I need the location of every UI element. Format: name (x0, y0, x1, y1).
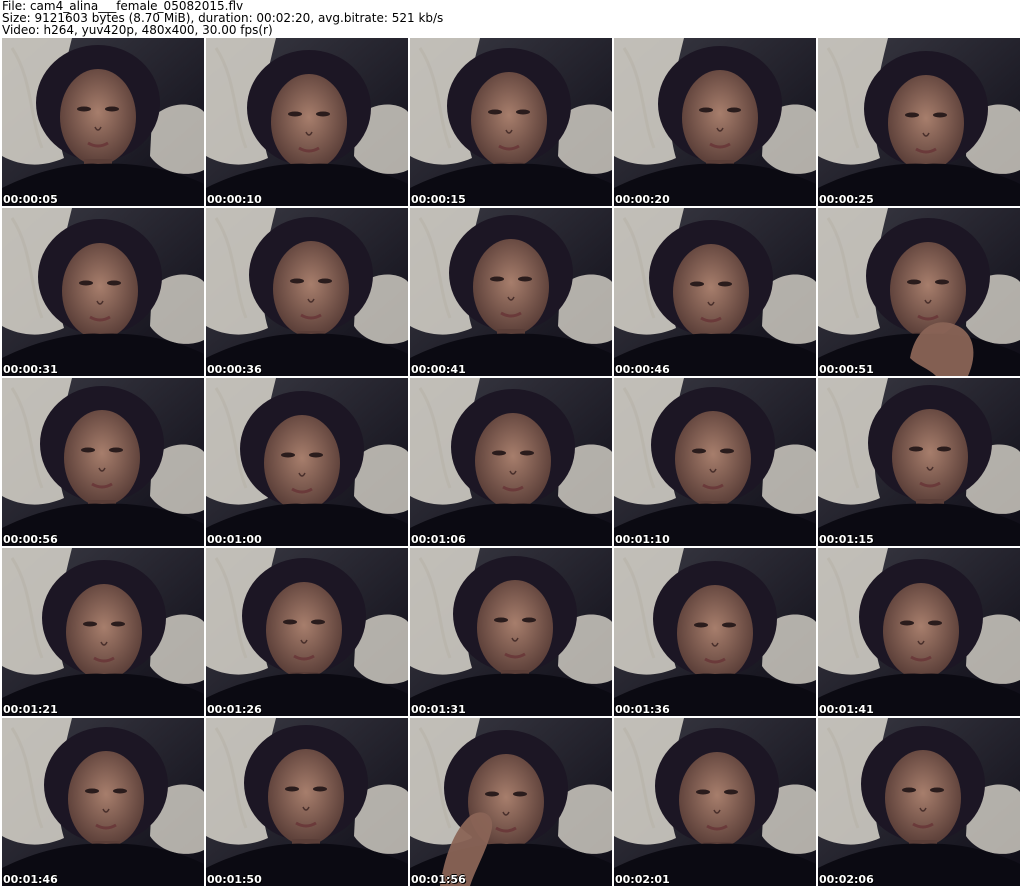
frame-timestamp: 00:00:46 (615, 363, 670, 376)
video-frame-thumbnail: 00:00:15 (410, 38, 612, 206)
frame-image (410, 38, 612, 206)
video-frame-thumbnail: 00:01:36 (614, 548, 816, 716)
frame-timestamp: 00:00:10 (207, 193, 262, 206)
frame-image (206, 378, 408, 546)
frame-timestamp: 00:01:41 (819, 703, 874, 716)
video-frame-thumbnail: 00:01:15 (818, 378, 1020, 546)
video-frame-thumbnail: 00:01:21 (2, 548, 204, 716)
frame-timestamp: 00:00:36 (207, 363, 262, 376)
frame-timestamp: 00:02:06 (819, 873, 874, 886)
frame-image (2, 378, 204, 546)
thumbnail-grid: 00:00:05 00:00:10 00:00:15 00:00:20 00:00:25… (2, 38, 1022, 888)
frame-image (206, 548, 408, 716)
frame-image (206, 718, 408, 886)
video-frame-thumbnail: 00:00:41 (410, 208, 612, 376)
frame-image (206, 208, 408, 376)
frame-timestamp: 00:00:25 (819, 193, 874, 206)
frame-image (818, 38, 1020, 206)
video-frame-thumbnail: 00:01:56 (410, 718, 612, 886)
frame-image (818, 208, 1020, 376)
video-info-line: Video: h264, yuv420p, 480x400, 30.00 fps… (2, 23, 273, 37)
video-frame-thumbnail: 00:02:06 (818, 718, 1020, 886)
frame-timestamp: 00:00:56 (3, 533, 58, 546)
video-frame-thumbnail: 00:01:31 (410, 548, 612, 716)
video-frame-thumbnail: 00:00:25 (818, 38, 1020, 206)
video-frame-thumbnail: 00:01:06 (410, 378, 612, 546)
frame-timestamp: 00:00:41 (411, 363, 466, 376)
frame-image (614, 548, 816, 716)
frame-image (206, 38, 408, 206)
frame-timestamp: 00:00:05 (3, 193, 58, 206)
frame-timestamp: 00:00:51 (819, 363, 874, 376)
frame-image (2, 208, 204, 376)
frame-image (614, 378, 816, 546)
video-frame-thumbnail: 00:00:31 (2, 208, 204, 376)
frame-image (2, 38, 204, 206)
frame-timestamp: 00:00:15 (411, 193, 466, 206)
frame-timestamp: 00:01:46 (3, 873, 58, 886)
frame-timestamp: 00:00:31 (3, 363, 58, 376)
frame-image (410, 208, 612, 376)
frame-timestamp: 00:01:31 (411, 703, 466, 716)
frame-timestamp: 00:02:01 (615, 873, 670, 886)
video-frame-thumbnail: 00:00:05 (2, 38, 204, 206)
frame-timestamp: 00:01:00 (207, 533, 262, 546)
video-frame-thumbnail: 00:02:01 (614, 718, 816, 886)
frame-image (614, 38, 816, 206)
frame-image (818, 718, 1020, 886)
video-frame-thumbnail: 00:01:41 (818, 548, 1020, 716)
frame-timestamp: 00:01:56 (411, 873, 466, 886)
video-frame-thumbnail: 00:00:20 (614, 38, 816, 206)
frame-image (818, 378, 1020, 546)
video-frame-thumbnail: 00:00:46 (614, 208, 816, 376)
frame-image (614, 208, 816, 376)
video-frame-thumbnail: 00:00:36 (206, 208, 408, 376)
frame-image (2, 548, 204, 716)
video-frame-thumbnail: 00:01:26 (206, 548, 408, 716)
frame-timestamp: 00:01:21 (3, 703, 58, 716)
video-frame-thumbnail: 00:00:56 (2, 378, 204, 546)
frame-image (410, 378, 612, 546)
frame-timestamp: 00:01:15 (819, 533, 874, 546)
frame-timestamp: 00:01:36 (615, 703, 670, 716)
frame-image (818, 548, 1020, 716)
video-frame-thumbnail: 00:00:10 (206, 38, 408, 206)
frame-image (2, 718, 204, 886)
video-frame-thumbnail: 00:00:51 (818, 208, 1020, 376)
frame-timestamp: 00:01:50 (207, 873, 262, 886)
frame-timestamp: 00:00:20 (615, 193, 670, 206)
file-info-header: File: cam4_alina___female_05082015.flv S… (2, 0, 1022, 36)
video-frame-thumbnail: 00:01:10 (614, 378, 816, 546)
frame-image (410, 548, 612, 716)
frame-timestamp: 00:01:26 (207, 703, 262, 716)
video-frame-thumbnail: 00:01:50 (206, 718, 408, 886)
frame-image (410, 718, 612, 886)
video-frame-thumbnail: 00:01:00 (206, 378, 408, 546)
frame-timestamp: 00:01:10 (615, 533, 670, 546)
video-frame-thumbnail: 00:01:46 (2, 718, 204, 886)
frame-timestamp: 00:01:06 (411, 533, 466, 546)
frame-image (614, 718, 816, 886)
